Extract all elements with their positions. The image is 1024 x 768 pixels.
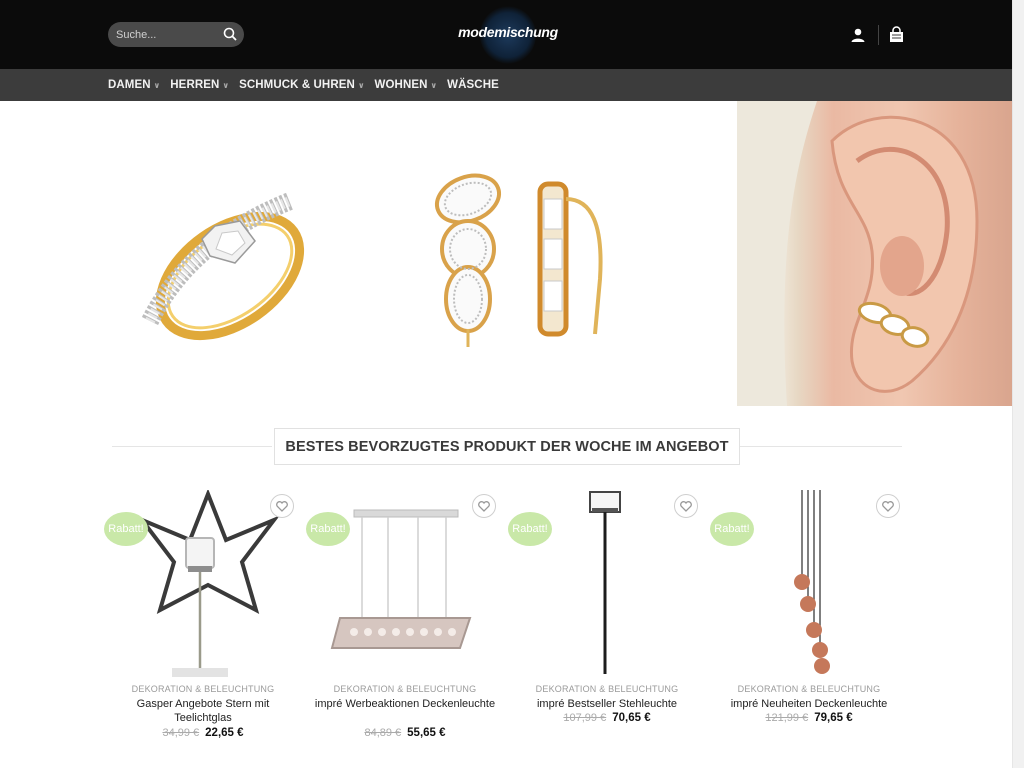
product-card[interactable]: Rabatt! DEKORATION & BELEUCHTUNG impré B… — [508, 490, 702, 760]
earring-image — [435, 173, 603, 347]
hero-banner[interactable] — [0, 101, 1012, 406]
product-category[interactable]: DEKORATION & BELEUCHTUNG — [310, 684, 500, 694]
search-input[interactable] — [116, 25, 216, 44]
chevron-down-icon: ∨ — [153, 81, 161, 90]
chevron-down-icon: ∨ — [430, 81, 438, 90]
heart-icon — [680, 500, 692, 512]
section-divider-right — [740, 446, 902, 447]
wishlist-button[interactable] — [270, 494, 294, 518]
old-price: 34,99 € — [162, 727, 200, 739]
section-divider-left — [112, 446, 272, 447]
old-price: 84,89 € — [364, 727, 402, 739]
heart-icon — [276, 500, 288, 512]
site-logo[interactable]: modemischung — [458, 6, 558, 64]
product-category[interactable]: DEKORATION & BELEUCHTUNG — [512, 684, 702, 694]
discount-badge: Rabatt! — [104, 512, 148, 546]
product-price: 121,99 € 79,65 € — [714, 712, 904, 724]
sale-price: 55,65 € — [407, 727, 446, 739]
account-icon[interactable] — [850, 27, 866, 43]
product-category[interactable]: DEKORATION & BELEUCHTUNG — [108, 684, 298, 694]
header-divider — [878, 25, 879, 45]
nav-item-label: SCHMUCK & UHREN — [239, 79, 355, 91]
logo-text: modemischung — [458, 24, 558, 40]
search-icon[interactable] — [223, 27, 237, 41]
product-name[interactable]: Gasper Angebote Stern mit Teelichtglas — [108, 697, 298, 725]
product-price: 34,99 € 22,65 € — [108, 727, 298, 739]
header-bar: modemischung — [0, 0, 1012, 69]
cart-icon[interactable] — [888, 26, 905, 43]
product-price: 107,99 € 70,65 € — [512, 712, 702, 724]
ear-model-photo — [737, 101, 1012, 406]
main-navigation: DAMEN ∨ HERREN ∨ SCHMUCK & UHREN ∨ WOHNEN ∨ WÄSC… — [0, 69, 1012, 101]
wishlist-button[interactable] — [472, 494, 496, 518]
sale-price: 70,65 € — [612, 712, 651, 724]
product-name[interactable]: impré Neuheiten Deckenleuchte — [714, 697, 904, 711]
nav-item-label: WOHNEN — [374, 79, 428, 91]
heart-icon — [882, 500, 894, 512]
product-price: 84,89 € 55,65 € — [310, 727, 500, 739]
nav-item-herren[interactable]: HERREN ∨ — [170, 79, 229, 91]
wishlist-button[interactable] — [674, 494, 698, 518]
discount-badge: Rabatt! — [306, 512, 350, 546]
chevron-down-icon: ∨ — [357, 81, 365, 90]
product-name[interactable]: impré Werbeaktionen Deckenleuchte — [310, 697, 500, 711]
product-card[interactable]: Rabatt! DEKORATION & BELEUCHTUNG impré N… — [710, 490, 904, 760]
chevron-down-icon: ∨ — [222, 81, 230, 90]
product-name[interactable]: impré Bestseller Stehleuchte — [512, 697, 702, 711]
nav-item-wohnen[interactable]: WOHNEN ∨ — [375, 79, 438, 91]
wishlist-button[interactable] — [876, 494, 900, 518]
search-box[interactable] — [108, 22, 244, 47]
nav-item-label: WÄSCHE — [447, 79, 499, 91]
nav-item-wäsche[interactable]: WÄSCHE — [447, 79, 499, 91]
section-title: BESTES BEVORZUGTES PRODUKT DER WOCHE IM … — [274, 428, 740, 465]
product-category[interactable]: DEKORATION & BELEUCHTUNG — [714, 684, 904, 694]
nav-item-label: HERREN — [170, 79, 220, 91]
page-scrollbar[interactable] — [1012, 0, 1024, 768]
sale-price: 22,65 € — [205, 727, 244, 739]
ring-image — [141, 192, 305, 341]
nav-item-schmuck-uhren[interactable]: SCHMUCK & UHREN ∨ — [239, 79, 364, 91]
product-card[interactable]: Rabatt! DEKORATION & BELEUCHTUNG impré W… — [306, 490, 500, 760]
discount-badge: Rabatt! — [508, 512, 552, 546]
heart-icon — [478, 500, 490, 512]
discount-badge: Rabatt! — [710, 512, 754, 546]
nav-item-damen[interactable]: DAMEN ∨ — [108, 79, 160, 91]
old-price: 107,99 € — [563, 712, 607, 724]
sale-price: 79,65 € — [814, 712, 853, 724]
product-card[interactable]: Rabatt! DEKORATION & BELEUCHTUNG Gasper … — [104, 488, 298, 760]
nav-item-label: DAMEN — [108, 79, 151, 91]
old-price: 121,99 € — [765, 712, 809, 724]
